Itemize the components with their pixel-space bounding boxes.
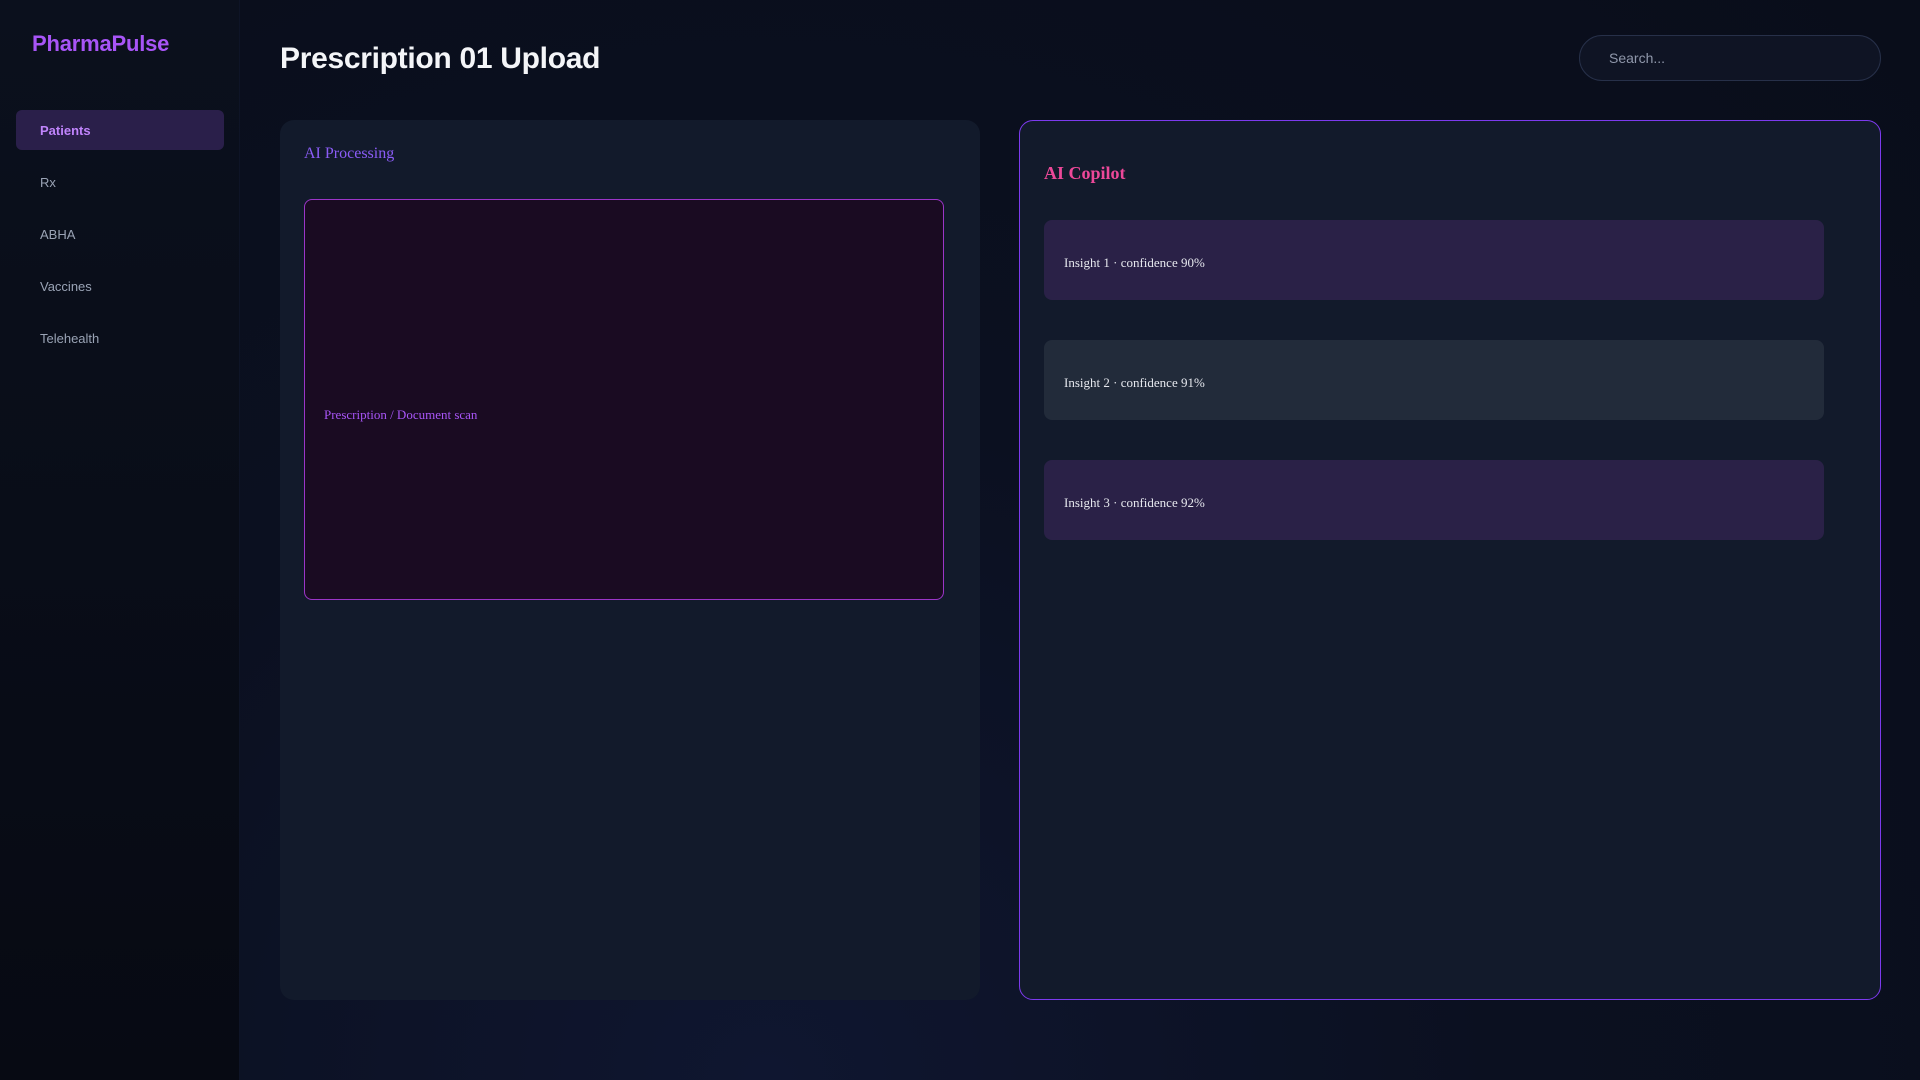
brand-logo[interactable]: PharmaPulse [32, 31, 169, 57]
sidebar-item-telehealth[interactable]: Telehealth [16, 318, 224, 358]
insight-card-2[interactable]: Insight 2 · confidence 91% [1044, 340, 1824, 420]
sidebar-item-rx[interactable]: Rx [16, 162, 224, 202]
ai-copilot-panel: AI Copilot Insight 1 · confidence 90% In… [1019, 120, 1881, 1000]
sidebar-item-abha[interactable]: ABHA [16, 214, 224, 254]
ai-processing-title: AI Processing [304, 145, 395, 162]
sidebar-nav: Patients Rx ABHA Vaccines Telehealth [16, 110, 224, 370]
document-scan-dropzone[interactable]: Prescription / Document scan [304, 199, 944, 600]
insight-card-1[interactable]: Insight 1 · confidence 90% [1044, 220, 1824, 300]
document-scan-label: Prescription / Document scan [324, 407, 478, 422]
search-input[interactable] [1579, 35, 1881, 81]
sidebar: PharmaPulse Patients Rx ABHA Vaccines Te… [0, 0, 240, 1080]
page-title: Prescription 01 Upload [280, 42, 601, 75]
sidebar-item-patients[interactable]: Patients [16, 110, 224, 150]
insight-card-3[interactable]: Insight 3 · confidence 92% [1044, 460, 1824, 540]
sidebar-item-vaccines[interactable]: Vaccines [16, 266, 224, 306]
ai-processing-panel: AI Processing Prescription / Document sc… [280, 120, 980, 1000]
ai-copilot-title: AI Copilot [1044, 163, 1126, 183]
